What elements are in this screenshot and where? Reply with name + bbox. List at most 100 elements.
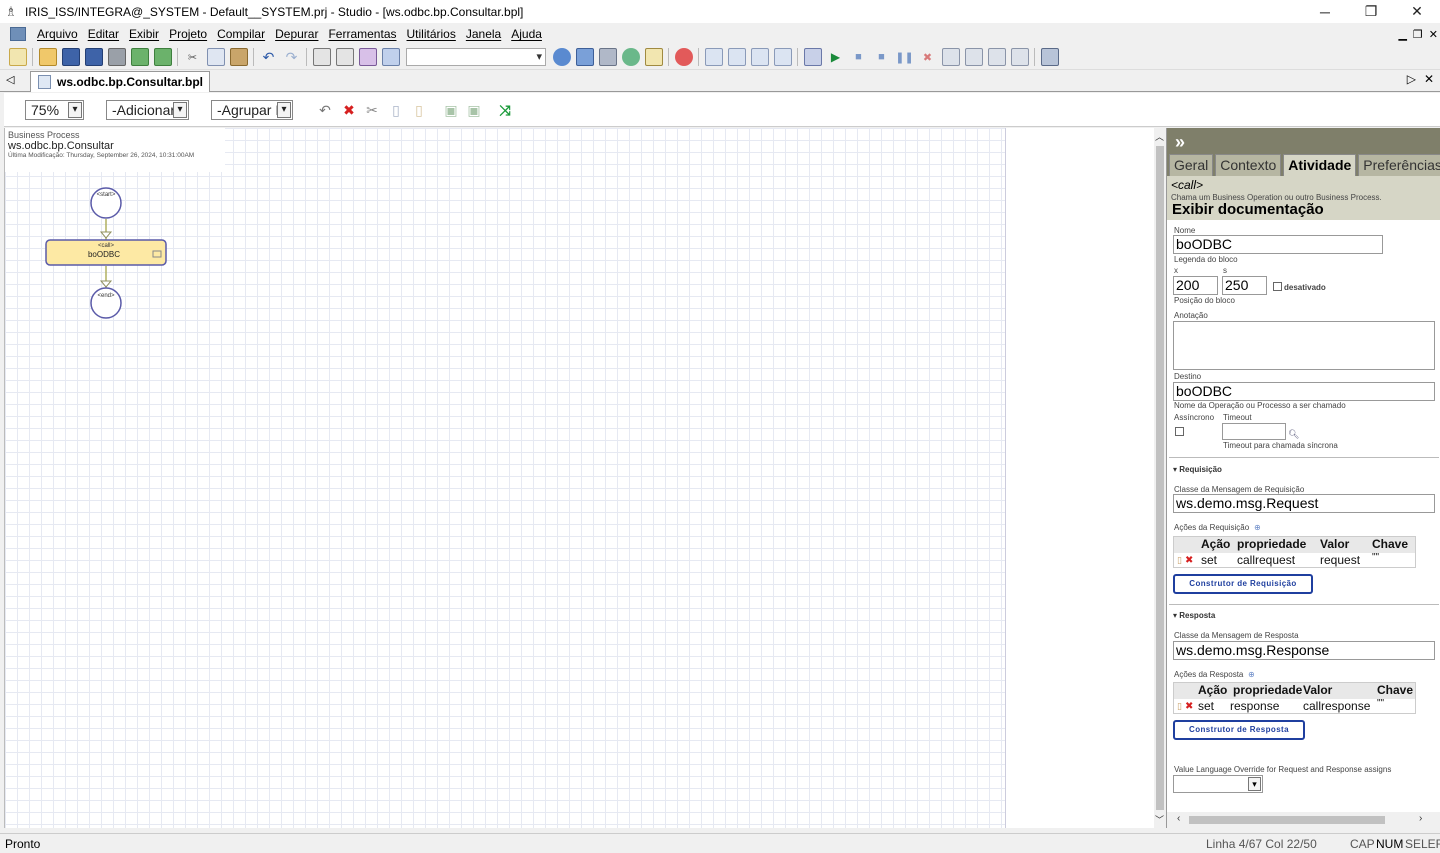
print-icon[interactable]	[107, 48, 126, 66]
start-node[interactable]: <start>	[90, 187, 122, 219]
scroll-up-icon[interactable]: ︿	[1155, 130, 1164, 143]
scroll-left-icon[interactable]: ‹	[1177, 813, 1180, 824]
target-field[interactable]: boODBC	[1173, 382, 1435, 401]
name-field[interactable]: boODBC	[1173, 235, 1383, 254]
run-to-cursor-icon[interactable]	[1010, 48, 1029, 66]
mdi-restore-button[interactable]: ❐	[1413, 28, 1423, 41]
tab-scroll-left[interactable]: ◁	[6, 73, 14, 86]
undo-icon[interactable]: ↶	[318, 103, 332, 117]
copy-icon[interactable]: ▯	[389, 103, 403, 117]
variables-icon[interactable]	[1040, 48, 1059, 66]
globe-icon[interactable]	[552, 48, 571, 66]
undo-icon[interactable]: ↶	[260, 48, 278, 66]
find-in-files-icon[interactable]	[335, 48, 354, 66]
delete-row-icon[interactable]: ✖	[1185, 553, 1193, 568]
mdi-minimize-button[interactable]: ▁	[1398, 28, 1406, 41]
forward-icon[interactable]	[153, 48, 172, 66]
minimize-button[interactable]: ─	[1302, 0, 1348, 23]
close-button[interactable]: ✕	[1394, 0, 1440, 23]
add-response-action-icon[interactable]: ⊕	[1248, 670, 1255, 679]
menu-arquivo[interactable]: Arquivo	[32, 27, 83, 41]
disabled-checkbox[interactable]	[1273, 282, 1282, 291]
timeout-field[interactable]	[1222, 423, 1286, 440]
add-request-action-icon[interactable]: ⊕	[1254, 523, 1261, 532]
scroll-right-icon[interactable]: ›	[1419, 813, 1422, 824]
step-out-icon[interactable]	[987, 48, 1006, 66]
paste-icon[interactable]: ▯	[412, 103, 426, 117]
call-activity-node[interactable]: <call> boODBC	[45, 239, 167, 266]
replace-icon[interactable]	[358, 48, 377, 66]
ball-icon[interactable]	[621, 48, 640, 66]
wizard-icon[interactable]	[598, 48, 617, 66]
request-section-toggle[interactable]: ▾ Requisição	[1173, 465, 1222, 474]
scroll-down-icon[interactable]: ﹀	[1155, 813, 1164, 826]
step-over-icon[interactable]	[964, 48, 983, 66]
step-into-icon[interactable]	[941, 48, 960, 66]
menu-ferramentas[interactable]: Ferramentas	[323, 27, 401, 41]
documentation-link[interactable]: Exibir documentação	[1172, 201, 1324, 218]
save-icon[interactable]	[61, 48, 80, 66]
mdi-close-button[interactable]: ✕	[1429, 28, 1438, 41]
override-select[interactable]: ▾	[1173, 775, 1263, 793]
menu-utilitarios[interactable]: Utilitários	[402, 27, 461, 41]
menu-compilar[interactable]: Compilar	[212, 27, 270, 41]
tab-contexto[interactable]: Contexto	[1215, 154, 1282, 176]
stop-debug-icon[interactable]: ■	[873, 48, 891, 66]
window-arrow-icon[interactable]	[727, 48, 746, 66]
add-select[interactable]: -Adicionar ▾	[106, 100, 189, 120]
request-class-field[interactable]: ws.demo.msg.Request	[1173, 494, 1435, 513]
cut-icon[interactable]: ✂	[365, 103, 379, 117]
menu-depurar[interactable]: Depurar	[270, 27, 323, 41]
group-select[interactable]: -Agrupar It ▾	[211, 100, 293, 120]
zoom-select[interactable]: 75% ▾	[25, 100, 84, 120]
y-position-field[interactable]: 250	[1222, 276, 1267, 295]
scrollbar-thumb[interactable]	[1189, 816, 1385, 824]
calendar-icon[interactable]	[575, 48, 594, 66]
search-icon[interactable]: 🔍︎	[1288, 429, 1299, 440]
menu-ajuda[interactable]: Ajuda	[506, 27, 547, 41]
window-icon[interactable]	[704, 48, 723, 66]
document-menu-icon[interactable]	[10, 27, 26, 41]
x-position-field[interactable]: 200	[1173, 276, 1218, 295]
tab-preferencias[interactable]: Preferências	[1358, 154, 1440, 176]
response-section-toggle[interactable]: ▾ Resposta	[1173, 611, 1215, 620]
scrollbar-thumb[interactable]	[1156, 146, 1164, 810]
tab-close-button[interactable]: ✕	[1424, 72, 1434, 86]
request-builder-button[interactable]: Construtor de Requisição	[1173, 574, 1313, 594]
maximize-button[interactable]: ❐	[1348, 0, 1394, 23]
clear-breakpoints-icon[interactable]: ✖	[919, 48, 937, 66]
response-builder-button[interactable]: Construtor de Resposta	[1173, 720, 1305, 740]
bpl-canvas[interactable]: Business Process ws.odbc.bp.Consultar Úl…	[4, 128, 1154, 828]
paste-icon[interactable]	[229, 48, 248, 66]
document-icon[interactable]	[644, 48, 663, 66]
redo-icon[interactable]: ↷	[283, 48, 301, 66]
tab-scroll-right[interactable]: ▷	[1407, 72, 1416, 86]
tab-bpl-document[interactable]: ws.odbc.bp.Consultar.bpl	[30, 71, 211, 92]
debug-attach-icon[interactable]	[803, 48, 822, 66]
uncomment-icon[interactable]	[773, 48, 792, 66]
edit-row-icon[interactable]: ▯	[1177, 699, 1182, 714]
ungroup-icon[interactable]: ▣	[467, 103, 481, 117]
menu-editar[interactable]: Editar	[83, 27, 124, 41]
collapse-inspector-icon[interactable]: »	[1167, 128, 1440, 154]
open-folder-icon[interactable]	[38, 48, 57, 66]
play-icon[interactable]: ▶	[827, 48, 845, 66]
toolbar-combo[interactable]	[406, 48, 546, 66]
arrange-icon[interactable]: ⤨	[498, 103, 512, 117]
stop-icon[interactable]	[674, 48, 693, 66]
end-node[interactable]: <end>	[90, 287, 122, 319]
pause-icon[interactable]: ❚❚	[895, 48, 913, 66]
copy-icon[interactable]	[206, 48, 225, 66]
menu-projeto[interactable]: Projeto	[164, 27, 212, 41]
back-icon[interactable]	[130, 48, 149, 66]
edit-row-icon[interactable]: ▯	[1177, 553, 1182, 568]
find-icon[interactable]	[312, 48, 331, 66]
tab-geral[interactable]: Geral	[1169, 154, 1214, 176]
canvas-vertical-scrollbar[interactable]: ︿ ﹀	[1154, 128, 1166, 828]
new-icon[interactable]	[8, 48, 27, 66]
group-icon[interactable]: ▣	[444, 103, 458, 117]
tab-atividade[interactable]: Atividade	[1283, 154, 1357, 176]
delete-icon[interactable]: ✖	[342, 103, 356, 117]
step-icon[interactable]: ■	[850, 48, 868, 66]
cut-icon[interactable]: ✂	[184, 48, 202, 66]
